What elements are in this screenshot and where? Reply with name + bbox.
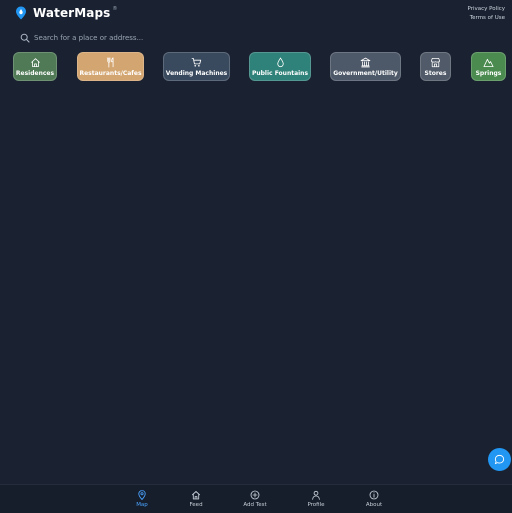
store-icon xyxy=(430,57,441,67)
category-government-utility[interactable]: Government/Utility xyxy=(330,52,401,81)
brand[interactable]: WaterMaps ® xyxy=(15,6,117,20)
info-icon xyxy=(369,490,379,500)
category-residences[interactable]: Residences xyxy=(13,52,57,81)
cart-icon xyxy=(191,57,202,67)
water-drop-logo-icon xyxy=(16,6,26,20)
category-stores[interactable]: Stores xyxy=(420,52,451,81)
category-public-fountains[interactable]: Public Fountains xyxy=(249,52,311,81)
mountain-icon xyxy=(483,58,494,67)
nav-feed[interactable]: Feed xyxy=(176,490,216,508)
nav-label: Profile xyxy=(307,502,325,508)
nav-label: About xyxy=(365,502,383,508)
category-vending-machines[interactable]: Vending Machines xyxy=(163,52,230,81)
category-restaurants-cafes[interactable]: Restaurants/Cafes xyxy=(77,52,144,81)
nav-label: Feed xyxy=(189,502,203,508)
category-label: Residences xyxy=(15,69,55,77)
bottom-navigation: Map Feed Add Test Profile About xyxy=(0,484,512,513)
legal-links: Privacy Policy Terms of Use xyxy=(468,5,505,23)
category-label: Public Fountains xyxy=(251,69,309,77)
app-title: WaterMaps xyxy=(33,6,111,20)
nav-add-test[interactable]: Add Test xyxy=(235,490,275,508)
droplet-icon xyxy=(276,56,284,67)
home-icon xyxy=(191,491,201,500)
privacy-policy-link[interactable]: Privacy Policy xyxy=(468,5,505,14)
nav-label: Map xyxy=(136,502,148,508)
home-icon xyxy=(30,57,40,67)
user-icon xyxy=(312,490,320,500)
plus-circle-icon xyxy=(250,490,260,500)
category-label: Vending Machines xyxy=(165,69,228,77)
search-input[interactable] xyxy=(34,33,434,42)
nav-profile[interactable]: Profile xyxy=(296,490,336,508)
category-springs[interactable]: Springs xyxy=(471,52,506,81)
chat-button[interactable] xyxy=(488,448,511,471)
map-canvas[interactable] xyxy=(0,90,512,484)
utensils-icon xyxy=(107,57,114,67)
category-label: Springs xyxy=(475,69,502,77)
category-label: Government/Utility xyxy=(333,69,398,77)
nav-map[interactable]: Map xyxy=(122,490,162,508)
nav-about[interactable]: About xyxy=(354,490,394,508)
map-pin-icon xyxy=(138,490,146,500)
search-icon xyxy=(20,33,30,43)
nav-label: Add Test xyxy=(243,502,267,508)
building-icon xyxy=(360,57,371,67)
search-bar[interactable] xyxy=(13,29,499,46)
app-header: WaterMaps ® Privacy Policy Terms of Use … xyxy=(0,0,512,90)
chat-bubble-icon xyxy=(494,454,505,465)
terms-of-use-link[interactable]: Terms of Use xyxy=(468,14,505,23)
category-label: Stores xyxy=(424,69,447,77)
category-label: Restaurants/Cafes xyxy=(79,69,142,77)
app-title-superscript: ® xyxy=(112,6,118,12)
